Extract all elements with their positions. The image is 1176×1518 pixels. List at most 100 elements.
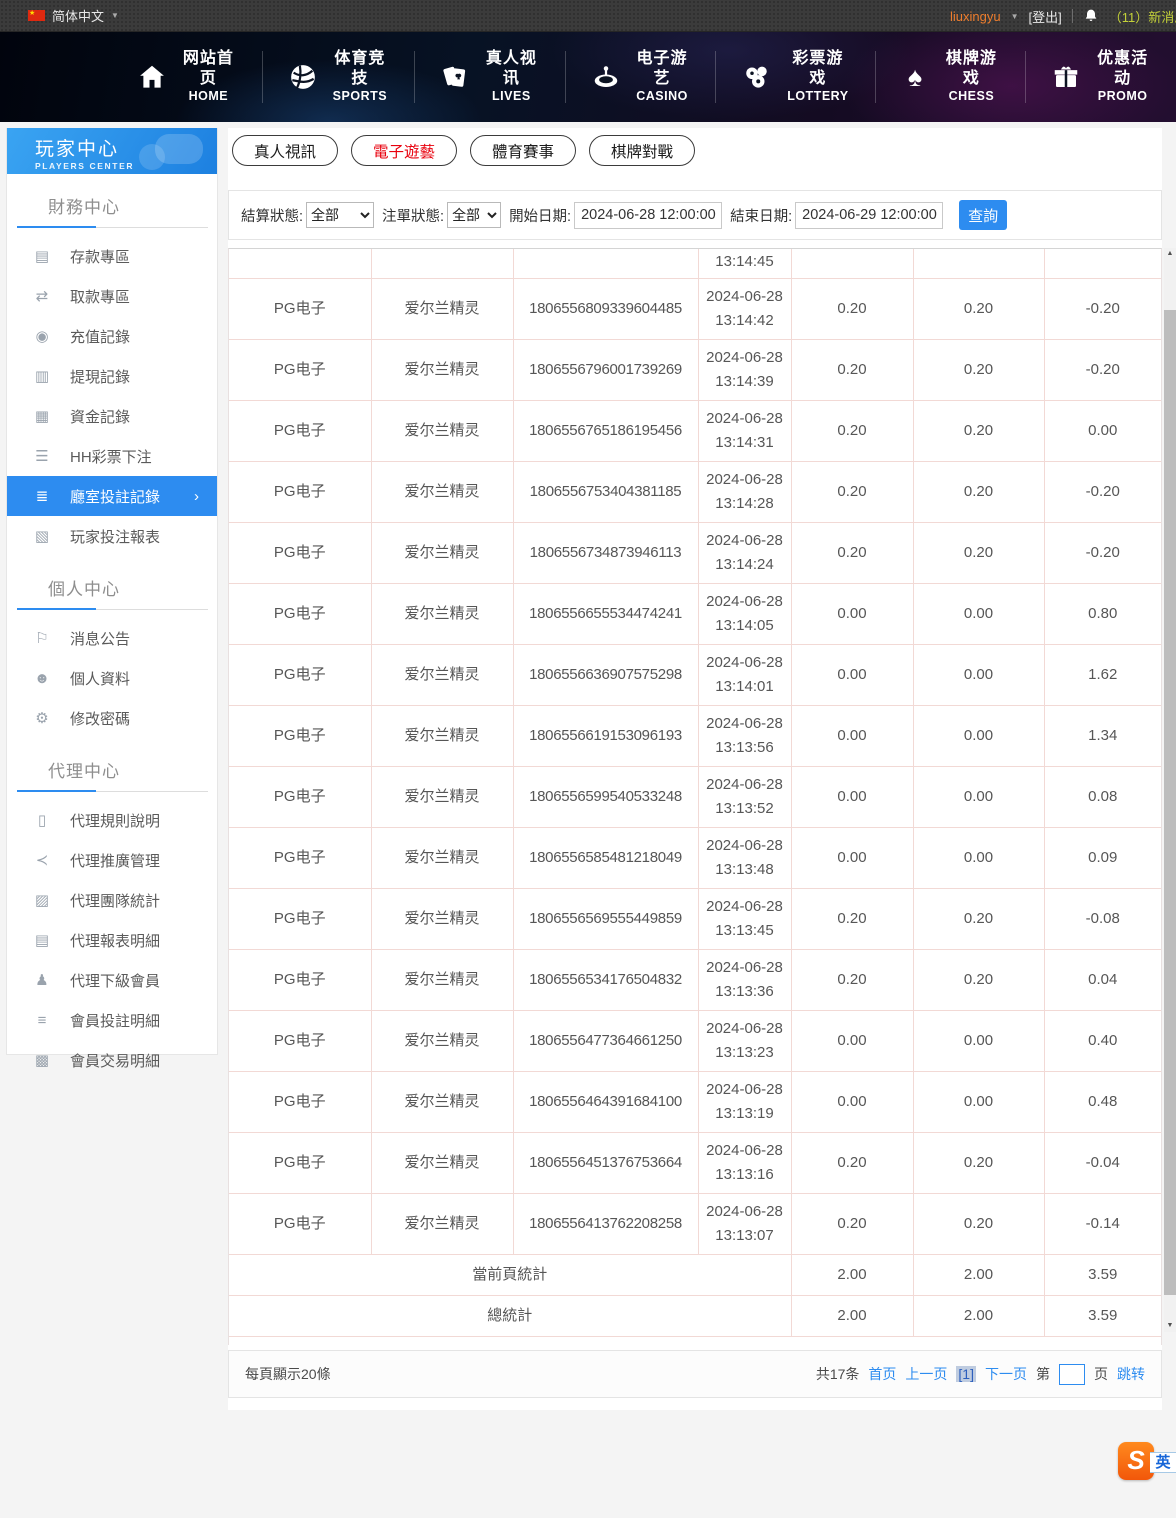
sidebar-item[interactable]: ⚐ 消息公告 bbox=[7, 618, 217, 658]
username[interactable]: liuxingyu bbox=[950, 9, 1001, 24]
sidebar-item-icon: ◉ bbox=[32, 327, 52, 345]
nav-item-lives[interactable]: 真人视讯 LIVES bbox=[415, 49, 565, 105]
sidebar-item[interactable]: ⚙ 修改密碼 bbox=[7, 698, 217, 738]
prev-page-link[interactable]: 上一页 bbox=[905, 1364, 947, 1384]
sidebar-item[interactable]: ≡ 會員投註明細 bbox=[7, 1000, 217, 1040]
sidebar-item[interactable]: ⇄ 取款專區 bbox=[7, 276, 217, 316]
platform-cell: PG电子 bbox=[229, 583, 371, 644]
ime-mode-indicator[interactable]: 英 bbox=[1150, 1452, 1176, 1473]
sidebar-item[interactable]: ♟ 代理下級會員 bbox=[7, 960, 217, 1000]
sidebar: 玩家中心 PLAYERS CENTER 財務中心 ▤ 存款專區 ⇄ 取款專區 ◉… bbox=[6, 128, 218, 1055]
nav-item-promo[interactable]: 优惠活动 PROMO bbox=[1026, 49, 1176, 105]
page-jump-input[interactable] bbox=[1059, 1364, 1085, 1385]
nav-item-chess[interactable]: ♠ 棋牌游戏 CHESS bbox=[876, 49, 1026, 105]
roulette-icon bbox=[591, 60, 621, 94]
nav-item-sports[interactable]: 体育竞技 SPORTS bbox=[263, 49, 414, 105]
game-cell: 爱尔兰精灵 bbox=[371, 400, 513, 461]
page-summary-valid: 2.00 bbox=[913, 1254, 1044, 1295]
scroll-down-arrow-icon[interactable]: ▼ bbox=[1164, 1320, 1176, 1332]
nav-item-home[interactable]: 网站首页 HOME bbox=[112, 49, 262, 105]
sidebar-item[interactable]: ◉ 充值記錄 bbox=[7, 316, 217, 356]
tab-electronic-games[interactable]: 電子遊藝 bbox=[351, 135, 457, 166]
order-status-select[interactable]: 全部 bbox=[447, 202, 501, 228]
valid-bet-cell: 0.00 bbox=[913, 1010, 1044, 1071]
table-row: PG电子 爱尔兰精灵 1806556599540533248 2024-06-2… bbox=[229, 766, 1161, 827]
divider bbox=[17, 609, 208, 610]
bet-table-body: PG电子 爱尔兰精灵 1806556809339604485 2024-06-2… bbox=[229, 278, 1161, 1254]
start-date-label: 開始日期: bbox=[509, 205, 571, 226]
order-number-cell: 1806556636907575298 bbox=[513, 644, 698, 705]
bet-date: 2024-06-28 bbox=[700, 1200, 790, 1223]
nav-label-zh: 优惠活动 bbox=[1094, 49, 1151, 89]
order-number-cell: 1806556534176504832 bbox=[513, 949, 698, 1010]
sidebar-item[interactable]: ▤ 存款專區 bbox=[7, 236, 217, 276]
valid-bet-cell: 0.20 bbox=[913, 1193, 1044, 1254]
start-date-input[interactable] bbox=[574, 202, 722, 229]
sidebar-item[interactable]: ▦ 資金記錄 bbox=[7, 396, 217, 436]
bet-date: 2024-06-28 bbox=[700, 834, 790, 857]
bet-amount-cell: 0.00 bbox=[791, 705, 913, 766]
logout-link[interactable]: [登出] bbox=[1029, 7, 1062, 26]
bet-time-cell: 13:14:45 bbox=[698, 249, 791, 278]
sogou-ime-icon[interactable]: S bbox=[1118, 1442, 1154, 1480]
search-button[interactable]: 查詢 bbox=[959, 200, 1007, 230]
new-messages-badge[interactable]: （11）新消息 bbox=[1109, 7, 1176, 26]
game-cell: 爱尔兰精灵 bbox=[371, 339, 513, 400]
nav-item-casino[interactable]: 电子游艺 CASINO bbox=[566, 49, 716, 105]
jump-button[interactable]: 跳转 bbox=[1117, 1364, 1145, 1384]
bet-time-cell: 2024-06-28 13:13:07 bbox=[698, 1193, 791, 1254]
sidebar-item-icon: ▯ bbox=[32, 811, 52, 829]
platform-cell: PG电子 bbox=[229, 278, 371, 339]
nav-label-zh: 电子游艺 bbox=[634, 49, 691, 89]
bet-amount-cell: 0.20 bbox=[791, 949, 913, 1010]
ime-widget[interactable]: S 英 bbox=[1118, 1442, 1176, 1482]
valid-bet-cell: 0.20 bbox=[913, 278, 1044, 339]
total-summary-valid: 2.00 bbox=[913, 1295, 1044, 1336]
sidebar-item[interactable]: ▩ 會員交易明細 bbox=[7, 1040, 217, 1080]
language-switcher[interactable]: 简体中文 ▼ bbox=[0, 6, 119, 25]
sidebar-item[interactable]: ▯ 代理規則說明 bbox=[7, 800, 217, 840]
sidebar-item[interactable]: ≣ 廳室投註記錄 › bbox=[7, 476, 217, 516]
sidebar-item[interactable]: ☻ 個人資料 bbox=[7, 658, 217, 698]
tab-live-video[interactable]: 真人視訊 bbox=[232, 135, 338, 166]
scroll-up-arrow-icon[interactable]: ▲ bbox=[1164, 248, 1176, 260]
sidebar-header: 玩家中心 PLAYERS CENTER bbox=[7, 128, 217, 174]
chevron-down-icon[interactable]: ▼ bbox=[1011, 12, 1019, 21]
first-page-link[interactable]: 首页 bbox=[868, 1364, 896, 1384]
valid-bet-cell: 0.00 bbox=[913, 766, 1044, 827]
sidebar-item-label: 會員交易明細 bbox=[70, 1050, 160, 1071]
order-number-cell: 1806556655534474241 bbox=[513, 583, 698, 644]
bet-amount-cell: 0.20 bbox=[791, 339, 913, 400]
total-summary-winloss: 3.59 bbox=[1044, 1295, 1161, 1336]
bet-time-cell: 2024-06-28 13:13:16 bbox=[698, 1132, 791, 1193]
sidebar-item[interactable]: ▥ 提現記錄 bbox=[7, 356, 217, 396]
bet-amount-cell: 0.20 bbox=[791, 400, 913, 461]
settle-status-select[interactable]: 全部 bbox=[306, 202, 374, 228]
total-summary-bet: 2.00 bbox=[791, 1295, 913, 1336]
current-page-indicator[interactable]: [1] bbox=[956, 1366, 976, 1382]
vertical-scrollbar[interactable]: ▲ ▼ bbox=[1164, 248, 1176, 1332]
sidebar-item[interactable]: ☰ HH彩票下注 bbox=[7, 436, 217, 476]
next-page-link[interactable]: 下一页 bbox=[985, 1364, 1027, 1384]
tab-chess-battle[interactable]: 棋牌對戰 bbox=[589, 135, 695, 166]
sidebar-item-icon: ≣ bbox=[32, 487, 52, 505]
bet-amount-cell: 0.20 bbox=[791, 1132, 913, 1193]
valid-bet-cell: 0.20 bbox=[913, 1132, 1044, 1193]
sports-ball-icon bbox=[288, 60, 318, 94]
bet-time: 13:13:36 bbox=[700, 980, 790, 1003]
order-number-cell: 1806556765186195456 bbox=[513, 400, 698, 461]
end-date-input[interactable] bbox=[795, 202, 943, 229]
tab-sports-events[interactable]: 體育賽事 bbox=[470, 135, 576, 166]
nav-label-en: LIVES bbox=[483, 89, 540, 105]
nav-item-lottery[interactable]: 彩票游戏 LOTTERY bbox=[716, 49, 874, 105]
sidebar-item[interactable]: ▧ 玩家投注報表 bbox=[7, 516, 217, 556]
winloss-cell: 1.62 bbox=[1044, 644, 1161, 705]
game-cell: 爱尔兰精灵 bbox=[371, 644, 513, 705]
game-cell: 爱尔兰精灵 bbox=[371, 278, 513, 339]
sidebar-item[interactable]: ≺ 代理推廣管理 bbox=[7, 840, 217, 880]
scrollbar-thumb[interactable] bbox=[1164, 310, 1176, 1295]
sidebar-item[interactable]: ▨ 代理團隊統計 bbox=[7, 880, 217, 920]
sidebar-item-icon: ▦ bbox=[32, 407, 52, 425]
sidebar-item[interactable]: ▤ 代理報表明細 bbox=[7, 920, 217, 960]
bell-icon[interactable] bbox=[1083, 8, 1099, 24]
